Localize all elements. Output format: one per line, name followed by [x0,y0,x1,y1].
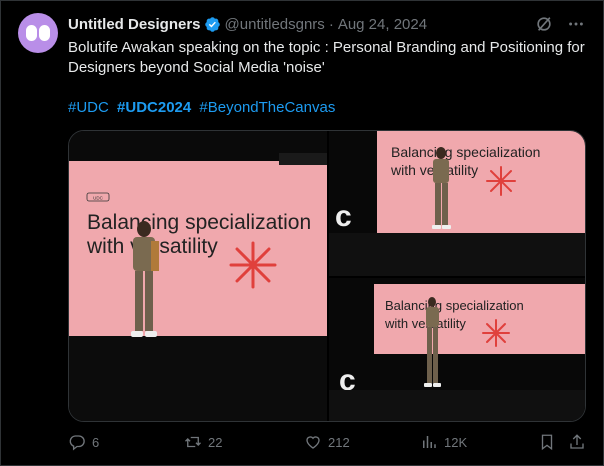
views-icon [423,436,436,448]
avatar[interactable] [18,13,58,53]
post-card[interactable]: Untitled Designers @untitledsgnrs · Aug … [0,0,604,466]
view-count: 12K [444,434,468,450]
media-grid: UDC Balancing specialization with versat… [68,130,586,422]
post-date[interactable]: Aug 24, 2024 [338,16,427,33]
hashtag-udc[interactable]: #UDC [68,99,109,116]
more-icon[interactable] [567,15,585,33]
reply-icon [69,435,85,451]
bookmark-button[interactable] [538,433,556,451]
share-icon [570,434,584,449]
slide-title-line1: Balancing specialization [87,211,311,234]
action-bar: 6 22 212 12K [68,433,588,455]
photo-speaker-wide[interactable]: UDC Balancing specialization with versat… [69,131,327,421]
slide-title-line1-top: Balancing specialization [391,144,540,160]
post-top-actions [535,15,585,33]
photo-speaker-bottom[interactable]: Balancing specialization with versatilit… [329,278,585,421]
heart-icon [306,436,320,449]
slide-title-line2-bottom: with versatility [384,316,466,331]
repost-count: 22 [208,434,223,450]
like-button[interactable]: 212 [304,433,350,451]
photo-speaker-top[interactable]: Balancing specialization with versatilit… [329,131,585,276]
reply-button[interactable]: 6 [68,433,99,451]
share-button[interactable] [568,433,586,451]
slide-title-line1-bottom: Balancing specialization [385,298,524,313]
repost-button[interactable]: 22 [184,433,222,451]
reply-count: 6 [92,434,100,450]
stage-logo-partial: c [335,200,352,233]
display-name[interactable]: Untitled Designers [68,16,201,33]
post-text: Bolutife Awakan speaking on the topic : … [68,39,585,76]
hashtag-udc2024[interactable]: #UDC2024 [117,99,191,116]
slide-logo: UDC [93,196,103,201]
like-count: 212 [328,434,350,450]
hashtag-beyond-the-canvas[interactable]: #BeyondTheCanvas [199,99,335,116]
repost-icon [185,436,201,448]
hashtag-list: #UDC #UDC2024 #BeyondTheCanvas [68,98,339,118]
post-header: Untitled Designers @untitledsgnrs · Aug … [68,14,427,34]
brand-logo-icon [26,25,50,41]
verified-badge-icon[interactable] [204,16,221,33]
separator: · [328,15,334,33]
handle[interactable]: @untitledsgnrs [225,16,325,33]
bookmark-icon [541,434,553,451]
grok-icon[interactable] [535,15,553,33]
views-button[interactable]: 12K [420,433,467,451]
